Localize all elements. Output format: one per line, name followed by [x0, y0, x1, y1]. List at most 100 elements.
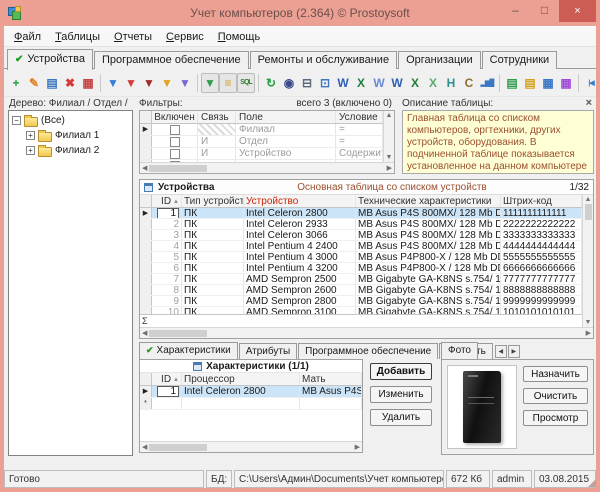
device-row[interactable]: 6ПКIntel Pentium 4 3200MB Asus P4P800-X …	[140, 263, 582, 274]
delete-button[interactable]: Удалить	[370, 409, 432, 426]
tree-node[interactable]: −(Все)	[9, 113, 132, 128]
filter-row[interactable]: ▶Филиал=	[140, 124, 383, 136]
excel-report-icon[interactable]: X	[406, 73, 424, 93]
tab-item[interactable]: Сотрудники	[482, 51, 558, 69]
export-html-icon[interactable]: H	[442, 73, 460, 93]
menu-item[interactable]: Таблицы	[48, 29, 107, 45]
menu-item[interactable]: Сервис	[159, 29, 211, 45]
subtabs-scroll-right-button[interactable]: ▶	[508, 345, 520, 358]
scroll-down-icon[interactable]: ▼	[386, 154, 393, 161]
maximize-button[interactable]: □	[530, 0, 559, 19]
tree-expander-icon[interactable]: −	[12, 116, 21, 125]
scroll-right-icon[interactable]: ▶	[355, 444, 360, 451]
scrollbar-thumb[interactable]	[149, 330, 207, 337]
view-photo-button[interactable]: Просмотр	[523, 410, 588, 426]
devices-column-header[interactable]: Тип устройства	[182, 195, 244, 207]
filter-field-cell[interactable]: Филиал	[236, 124, 336, 135]
tree-node[interactable]: +Филиал 2	[9, 143, 132, 158]
filter-enabled-cell[interactable]	[152, 136, 198, 147]
scroll-right-icon[interactable]: ▶	[387, 165, 392, 172]
filter-row[interactable]: ИУстройствоСодержит	[140, 148, 383, 160]
devices-column-header[interactable]: ID▲	[152, 195, 182, 207]
add-button[interactable]: Добавить	[370, 363, 432, 380]
word-report-icon[interactable]: W	[388, 73, 406, 93]
devices-column-header[interactable]: Штрих-код	[501, 195, 582, 207]
find-icon[interactable]: ◉	[280, 73, 298, 93]
color-setup-icon[interactable]: ▦	[557, 73, 575, 93]
device-row[interactable]: 5ПКIntel Pentium 4 3000MB Asus P4P800-X …	[140, 252, 582, 263]
filter-condition-cell[interactable]: Содержит	[336, 148, 383, 159]
filter-field-cell[interactable]: Устройство	[236, 148, 336, 159]
table-setup-icon[interactable]: ▦	[539, 73, 557, 93]
assign-photo-button[interactable]: Назначить	[523, 366, 588, 382]
delete-record-icon[interactable]: ✖	[61, 73, 79, 93]
filter-enabled-cell[interactable]	[152, 148, 198, 159]
export-word-icon[interactable]: W	[334, 73, 352, 93]
filter-link-cell[interactable]: И	[198, 148, 236, 159]
export-excel-icon[interactable]: X	[352, 73, 370, 93]
refresh-icon[interactable]: ↻	[262, 73, 280, 93]
device-row[interactable]: 7ПКAMD Sempron 2500MB Gigabyte GA-K8NS s…	[140, 274, 582, 285]
device-row[interactable]: ▶1ПКIntel Celeron 2800MB Asus P4S 800MX/…	[140, 208, 582, 219]
print-icon[interactable]: ⊟	[298, 73, 316, 93]
tab-item[interactable]: Ремонты и обслуживание	[250, 51, 397, 69]
device-row[interactable]: 9ПКAMD Sempron 2800MB Gigabyte GA-K8NS s…	[140, 296, 582, 307]
filter-link-cell[interactable]	[198, 124, 236, 135]
detail-tab-item[interactable]: Атрибуты	[239, 343, 297, 359]
tab-item[interactable]: Программное обеспечение	[94, 51, 249, 69]
scrollbar-thumb[interactable]	[585, 204, 592, 220]
word-template-icon[interactable]: W	[370, 73, 388, 93]
detail-tab-item[interactable]: Программное обеспечение	[298, 343, 438, 359]
scrollbar-thumb[interactable]	[149, 444, 207, 451]
devices-column-header[interactable]: Технические характеристики	[356, 195, 501, 207]
devices-horizontal-scrollbar[interactable]: ◀ ▶	[140, 327, 593, 338]
scroll-down-icon[interactable]: ▼	[585, 319, 592, 326]
characteristics-row[interactable]: ▶1Intel Celeron 2800MB Asus P4S 80	[140, 386, 362, 398]
close-button[interactable]: ×	[559, 0, 596, 22]
scroll-right-icon[interactable]: ▶	[586, 330, 591, 337]
detail-tab-active[interactable]: ✔Характеристики	[139, 342, 238, 360]
chart-icon[interactable]: ▂▆█	[478, 73, 496, 93]
filter-save-icon[interactable]: ▼	[176, 73, 194, 93]
tab-item[interactable]: Организации	[398, 51, 481, 69]
characteristics-horizontal-scrollbar[interactable]: ◀ ▶	[140, 441, 362, 452]
filter-field-cell[interactable]: Отдел	[236, 136, 336, 147]
add-record-icon[interactable]: +	[7, 73, 25, 93]
device-row[interactable]: 10ПКAMD Sempron 3100MB Gigabyte GA-K8NS …	[140, 307, 582, 314]
checkbox-icon[interactable]	[170, 137, 180, 147]
filter-panel-toggle-icon[interactable]: ▼	[201, 73, 219, 93]
scrollbar-thumb[interactable]	[149, 165, 207, 172]
edit-record-icon[interactable]: ✎	[25, 73, 43, 93]
tree-panel-toggle-icon[interactable]: ≡	[219, 73, 237, 93]
scroll-left-icon[interactable]: ◀	[142, 165, 147, 172]
characteristics-column-header[interactable]: Мать	[300, 373, 362, 385]
characteristics-column-header[interactable]: ID▲	[152, 373, 182, 385]
scroll-left-icon[interactable]: ◀	[142, 444, 147, 451]
filter-condition-cell[interactable]: =	[336, 124, 383, 135]
export-csv-icon[interactable]: C	[460, 73, 478, 93]
menu-item[interactable]: Файл	[7, 29, 48, 45]
filter-delete-icon[interactable]: ▼	[122, 73, 140, 93]
tab-photo[interactable]: Фото	[441, 342, 478, 360]
tree-expander-icon[interactable]: +	[26, 146, 35, 155]
filter-link-cell[interactable]: И	[198, 136, 236, 147]
device-row[interactable]: 2ПКIntel Celeron 2933MB Asus P4S 800MX/ …	[140, 219, 582, 230]
filter-quick-icon[interactable]: ▼	[158, 73, 176, 93]
device-row[interactable]: 8ПКAMD Sempron 2600MB Gigabyte GA-K8NS s…	[140, 285, 582, 296]
clear-photo-button[interactable]: Очистить	[523, 388, 588, 404]
devices-column-header[interactable]: Устройство	[244, 195, 356, 207]
sql-view-toggle-icon[interactable]: SQL	[237, 73, 255, 93]
characteristics-column-header[interactable]: Процессор	[182, 373, 300, 385]
nav-first-icon[interactable]: |◀	[582, 73, 596, 93]
checkbox-icon[interactable]	[170, 149, 180, 159]
devices-vertical-scrollbar[interactable]: ▲ ▼	[582, 195, 593, 327]
preview-icon[interactable]: ⊡	[316, 73, 334, 93]
filter-clear-icon[interactable]: ▼	[140, 73, 158, 93]
edit-button[interactable]: Изменить	[370, 386, 432, 403]
filter-row[interactable]: ИОтдел=	[140, 136, 383, 148]
menu-item[interactable]: Помощь	[211, 29, 268, 45]
quick-view-icon[interactable]: ▤	[503, 73, 521, 93]
checkbox-icon[interactable]	[170, 125, 180, 135]
copy-record-icon[interactable]: ▤	[43, 73, 61, 93]
resize-grip[interactable]	[588, 479, 596, 487]
